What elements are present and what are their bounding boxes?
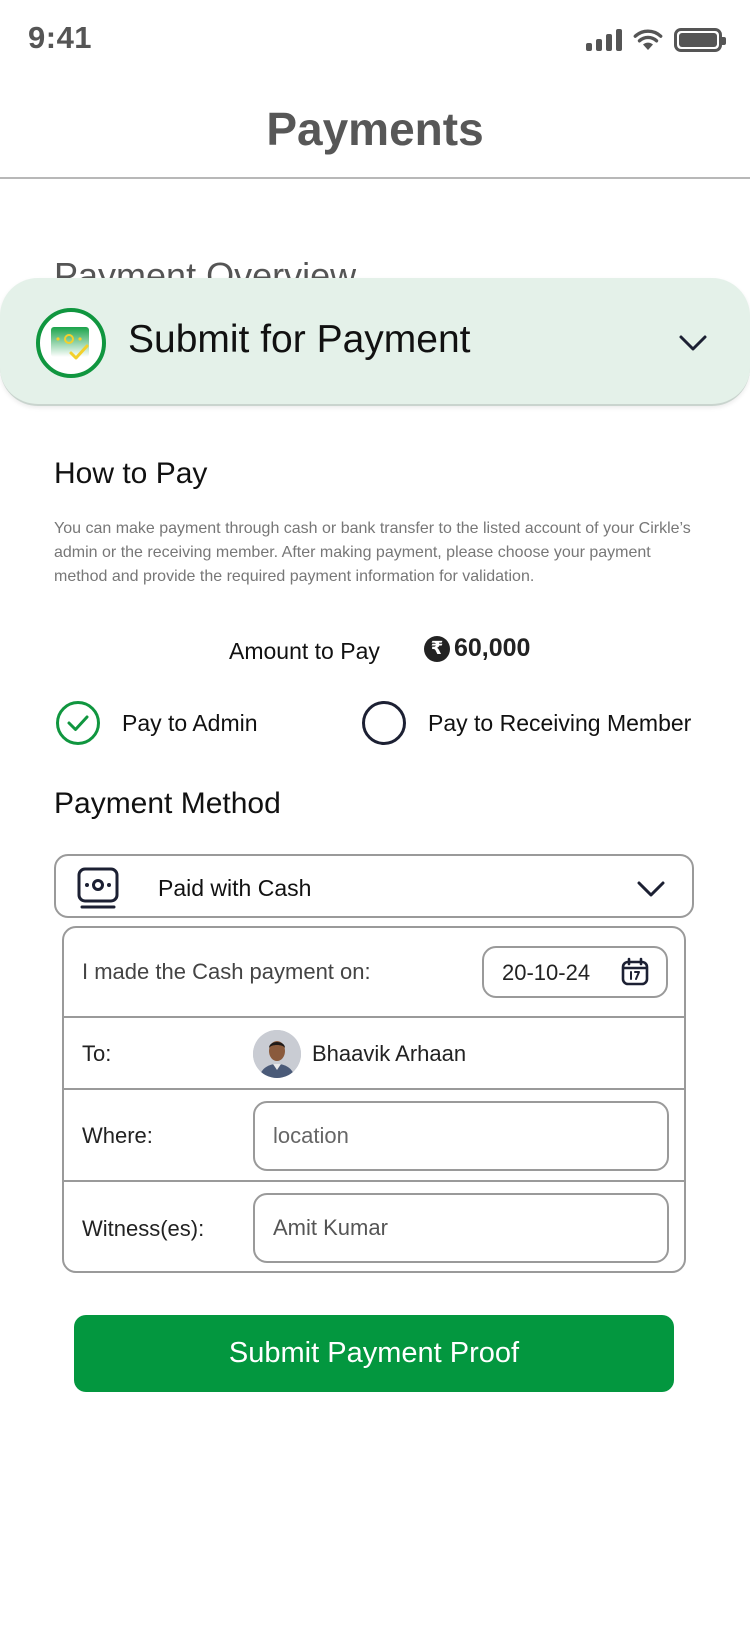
recipient-label: To: [82,1041,112,1066]
radio-checked-icon[interactable] [56,701,100,745]
payment-method-value: Paid with Cash [158,875,312,901]
witness-input[interactable] [253,1193,669,1263]
submit-for-payment-card[interactable]: Submit for Payment [0,278,750,406]
page-title: Payments [266,103,484,155]
amount-number: 60,000 [454,634,531,662]
chevron-down-icon[interactable] [636,874,666,904]
cash-check-icon [36,308,106,378]
how-to-pay-title: How to Pay [54,457,208,490]
payment-date-row: I made the Cash payment on: 20-10-24 [64,928,684,1018]
cash-payment-details: I made the Cash payment on: 20-10-24 To:… [62,926,686,1273]
status-icons [586,28,726,52]
pay-to-admin-option[interactable]: Pay to Admin [56,700,258,746]
status-time: 9:41 [28,20,93,55]
wifi-icon [633,29,663,50]
recipient-row: To: Bhaavik Arhaan [64,1018,684,1090]
avatar [253,1030,301,1078]
pay-to-receiving-member-option[interactable]: Pay to Receiving Member [362,700,691,746]
chevron-down-icon[interactable] [676,326,710,360]
location-label: Where: [82,1123,153,1148]
pay-to-receiving-member-label: Pay to Receiving Member [428,709,692,736]
amount-value: ₹ 60,000 [424,634,530,663]
submit-card-title: Submit for Payment [128,318,471,361]
amount-label: Amount to Pay [229,638,380,664]
location-input[interactable] [253,1101,669,1171]
calendar-icon[interactable] [620,957,650,987]
payment-date-field[interactable]: 20-10-24 [482,946,668,998]
cash-icon [77,867,119,909]
pay-to-admin-label: Pay to Admin [122,709,258,736]
payment-date-value: 20-10-24 [502,960,591,985]
payment-overview-title: Payment Overview [54,255,357,280]
payment-method-title: Payment Method [54,787,281,820]
rupee-icon: ₹ [424,635,450,662]
header-divider [0,177,750,179]
battery-icon [674,28,726,52]
witness-label: Witness(es): [82,1216,205,1241]
submit-payment-proof-button[interactable]: Submit Payment Proof [74,1315,674,1392]
payment-method-select[interactable]: Paid with Cash [54,854,694,918]
witness-row: Witness(es): [64,1182,684,1271]
location-row: Where: [64,1090,684,1182]
recipient-name: Bhaavik Arhaan [312,1041,467,1066]
how-to-pay-description: You can make payment through cash or ban… [54,520,691,585]
cellular-signal-icon [586,29,622,51]
radio-unchecked-icon[interactable] [362,701,406,745]
payment-date-label: I made the Cash payment on: [82,959,371,984]
amount-row: Amount to Pay ₹ 60,000 [0,634,750,674]
status-bar: 9:41 [0,0,750,84]
